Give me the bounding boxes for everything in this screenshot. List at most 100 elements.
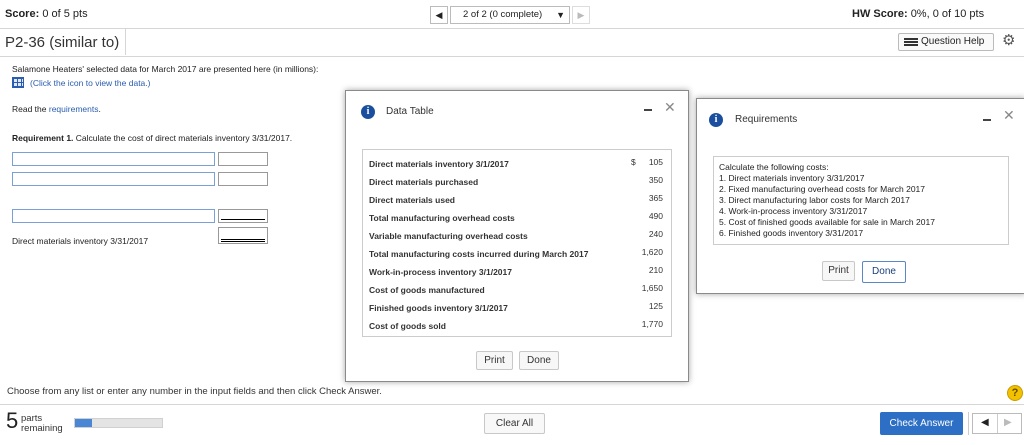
close-icon[interactable]: ✕: [664, 100, 676, 114]
score-label: Score:: [5, 8, 40, 20]
question-selector[interactable]: 2 of 2 (0 complete) ▼: [450, 6, 570, 24]
clear-all-button[interactable]: Clear All: [484, 413, 545, 434]
table-row-value: 350: [648, 175, 663, 185]
answer-label-input-3[interactable]: [12, 209, 215, 223]
requirements-done-button[interactable]: Done: [862, 261, 906, 283]
requirements-title: Requirements: [735, 114, 798, 125]
part-nav-divider: [997, 414, 998, 433]
question-help-label: Question Help: [921, 36, 985, 47]
table-row-label: Finished goods inventory 3/1/2017: [369, 303, 508, 313]
requirement-1-text: Calculate the cost of direct materials i…: [73, 133, 293, 143]
gear-icon[interactable]: ⚙: [1002, 33, 1015, 49]
subtotal-underline: [221, 219, 265, 220]
answer-label-input-2[interactable]: [12, 172, 215, 186]
table-row-label: Cost of goods sold: [369, 321, 446, 331]
table-row-label: Direct materials purchased: [369, 177, 479, 187]
prev-question-button[interactable]: ◀: [430, 6, 448, 24]
info-icon: i: [709, 113, 723, 127]
check-answer-button[interactable]: Check Answer: [880, 412, 963, 435]
hw-score: HW Score: 0%, 0 of 10 pts: [852, 8, 984, 20]
list-item: Calculate the following costs:: [719, 162, 829, 172]
table-row-value: 105: [648, 157, 663, 167]
parts-count: 5: [6, 408, 19, 433]
requirements-print-button[interactable]: Print: [822, 261, 855, 281]
list-item: 6. Finished goods inventory 3/31/2017: [719, 228, 864, 238]
triangle-left-icon: ◀: [981, 417, 989, 428]
header-divider: [0, 28, 1024, 29]
info-icon: i: [361, 105, 375, 119]
table-row-label: Work-in-process inventory 3/1/2017: [369, 267, 512, 277]
list-item: 5. Cost of finished goods available for …: [719, 217, 935, 227]
title-divider: [125, 29, 126, 55]
triangle-right-icon: ▶: [577, 10, 585, 20]
double-underline-bottom: [221, 241, 265, 242]
triangle-right-icon: ▶: [1004, 417, 1012, 428]
question-intro: Salamone Heaters' selected data for Marc…: [12, 64, 319, 74]
table-row-value: 490: [648, 211, 663, 221]
answer-amount-input-final[interactable]: [218, 227, 268, 244]
double-underline-top: [221, 239, 265, 240]
data-table-title: Data Table: [386, 106, 434, 117]
table-row-value: 365: [648, 193, 663, 203]
parts-progress-bar: [74, 418, 163, 428]
requirements-link[interactable]: requirements: [49, 104, 99, 114]
score: Score: 0 of 5 pts: [5, 8, 88, 20]
minimize-icon[interactable]: [644, 109, 652, 111]
table-row-label: Variable manufacturing overhead costs: [369, 231, 528, 241]
question-help-button[interactable]: Question Help: [898, 33, 994, 51]
answer-amount-input-1[interactable]: [218, 152, 268, 166]
data-table-dialog: i Data Table ✕ $ Direct materials invent…: [345, 90, 689, 382]
data-link-text: (Click the icon to view the data.): [30, 78, 151, 88]
list-item: 4. Work-in-process inventory 3/31/2017: [719, 206, 868, 216]
table-row-label: Total manufacturing overhead costs: [369, 213, 515, 223]
read-requirements: Read the requirements.: [12, 104, 101, 114]
table-row-label: Direct materials used: [369, 195, 455, 205]
read-suffix: .: [98, 104, 101, 114]
minimize-icon[interactable]: [983, 119, 991, 121]
help-icon[interactable]: ?: [1007, 385, 1023, 401]
instruction-text: Choose from any list or enter any number…: [7, 386, 382, 397]
next-question-button[interactable]: ▶: [572, 6, 590, 24]
next-part-button[interactable]: ▶: [1004, 417, 1012, 428]
parts-label-2: remaining: [21, 423, 63, 434]
title-underline: [0, 56, 1024, 57]
question-selector-text: 2 of 2 (0 complete): [463, 9, 543, 20]
requirements-list: Calculate the following costs: 1. Direct…: [713, 156, 1009, 245]
triangle-down-icon: ▼: [556, 10, 565, 20]
requirements-dialog: i Requirements ✕ Calculate the following…: [696, 98, 1024, 294]
table-row-value: 1,620: [641, 247, 663, 257]
table-row-label: Cost of goods manufactured: [369, 285, 485, 295]
list-icon: [904, 38, 918, 46]
list-item: 3. Direct manufacturing labor costs for …: [719, 195, 910, 205]
requirement-1-label: Requirement 1.: [12, 133, 74, 143]
table-row-label: Total manufacturing costs incurred durin…: [369, 249, 589, 259]
close-icon[interactable]: ✕: [1003, 108, 1015, 122]
list-item: 2. Fixed manufacturing overhead costs fo…: [719, 184, 925, 194]
answer-label-input-1[interactable]: [12, 152, 215, 166]
table-row-value: 210: [648, 265, 663, 275]
triangle-left-icon: ◀: [435, 10, 443, 20]
table-icon[interactable]: [12, 77, 24, 88]
table-row-value: 1,650: [641, 283, 663, 293]
nav-divider: [968, 412, 969, 435]
problem-title: P2-36 (similar to): [5, 34, 120, 51]
table-row-value: 1,770: [641, 319, 663, 329]
data-table-done-button[interactable]: Done: [519, 351, 559, 370]
question-nav: ◀ 2 of 2 (0 complete) ▼ ▶: [430, 6, 590, 24]
answer-amount-input-3[interactable]: [218, 209, 268, 223]
prev-part-button[interactable]: ◀: [981, 417, 989, 428]
table-row-value: 240: [648, 229, 663, 239]
score-value: 0 of 5 pts: [42, 8, 88, 20]
data-table: $ Direct materials inventory 3/1/2017 10…: [362, 149, 672, 337]
hw-score-value: 0%, 0 of 10 pts: [910, 8, 985, 20]
final-row-label: Direct materials inventory 3/31/2017: [12, 236, 149, 246]
list-item: 1. Direct materials inventory 3/31/2017: [719, 173, 865, 183]
footer-divider: [0, 404, 1024, 405]
hw-score-label: HW Score:: [852, 8, 908, 20]
requirement-1: Requirement 1. Calculate the cost of dir…: [12, 133, 292, 143]
part-nav: ◀ ▶: [972, 413, 1022, 434]
data-table-print-button[interactable]: Print: [476, 351, 513, 370]
answer-amount-input-2[interactable]: [218, 172, 268, 186]
read-prefix: Read the: [12, 104, 49, 114]
parts-progress-fill: [75, 419, 93, 427]
